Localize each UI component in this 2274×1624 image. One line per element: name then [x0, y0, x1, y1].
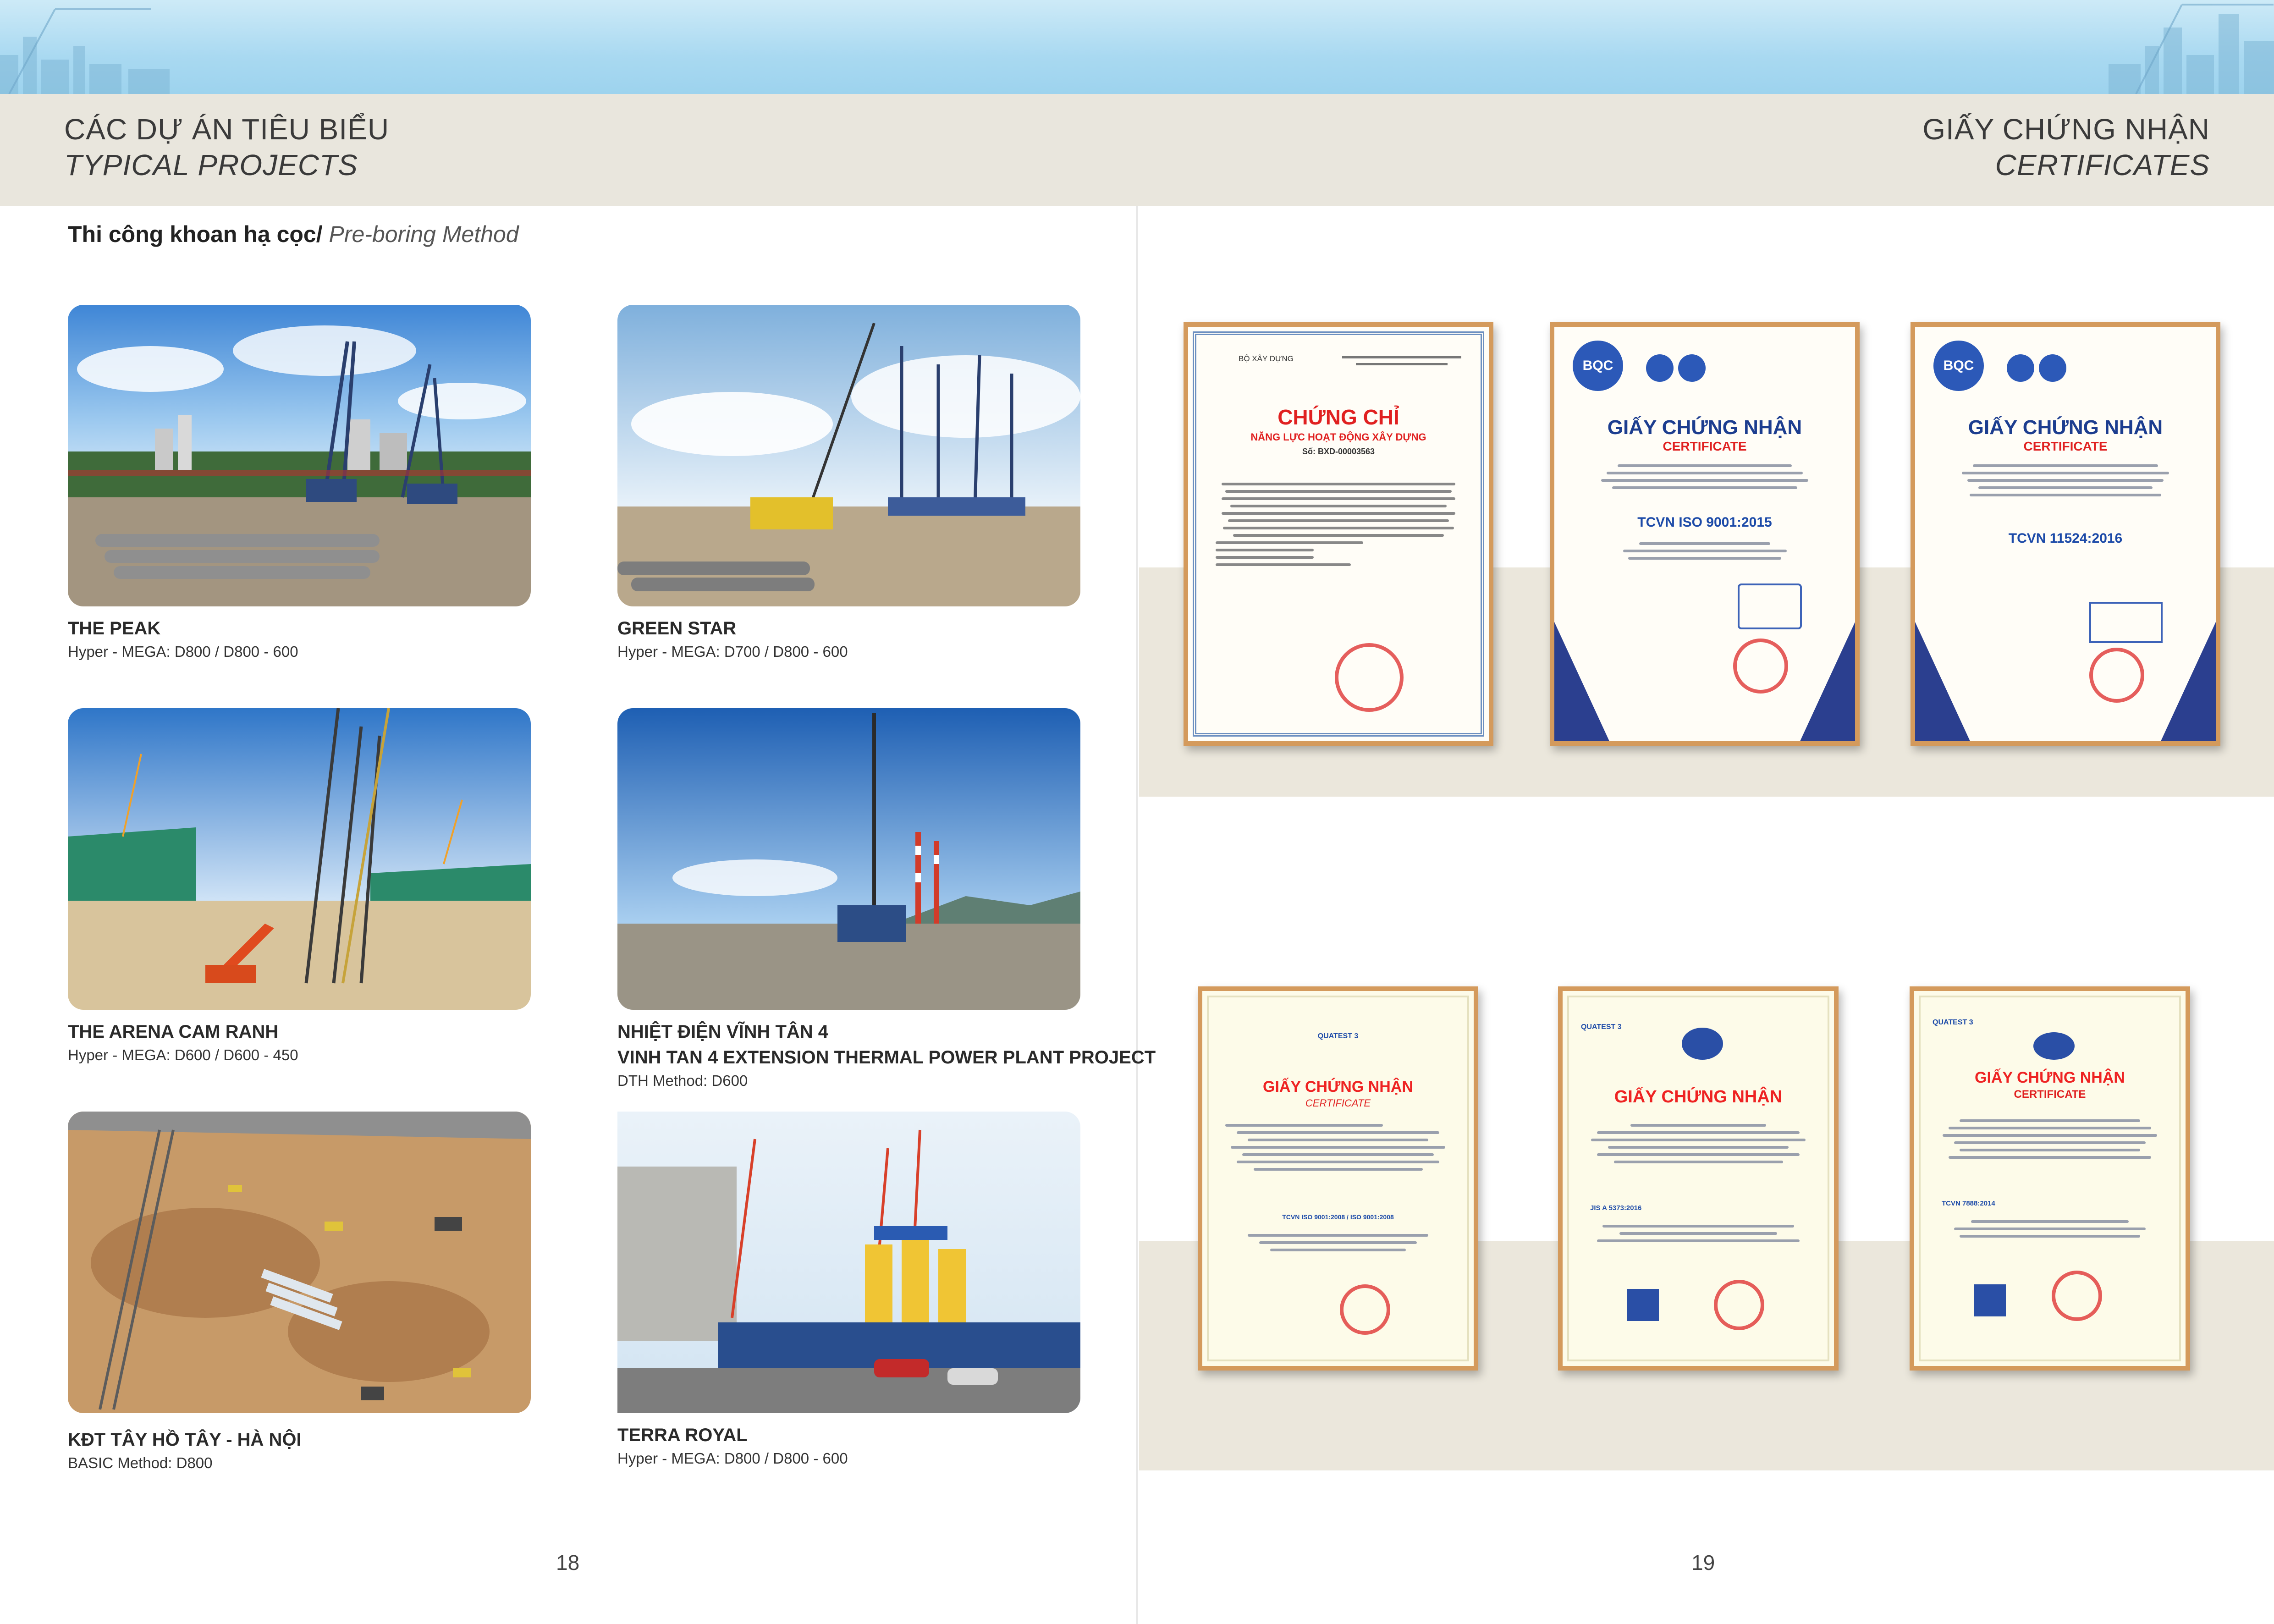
project-name: THE PEAK — [68, 618, 161, 639]
section-title-en: Pre-boring Method — [322, 221, 519, 247]
certificate-body-text — [1937, 1115, 2163, 1163]
certificate-quatest-iso: QUATEST 3 GIẤY CHỨNG NHẬN CERTIFICATE TC… — [1198, 986, 1478, 1371]
quatest-logo-icon: QUATEST 3 — [1581, 1023, 1622, 1031]
project-name: KĐT TÂY HỒ TÂY - HÀ NỘI — [68, 1430, 302, 1450]
certificate-subtitle: CERTIFICATE — [1305, 1097, 1371, 1109]
header-title-vn: GIẤY CHỨNG NHẬN — [1922, 113, 2210, 146]
certificate-tcvn-11524: BQC GIẤY CHỨNG NHẬN CERTIFICATE TCVN 115… — [1911, 322, 2220, 746]
certificate-body-text — [1596, 460, 1814, 494]
certificate-quatest-tcvn-7888: QUATEST 3 GIẤY CHỨNG NHẬN CERTIFICATE TC… — [1910, 986, 2190, 1371]
certificate-body-text — [1586, 1119, 1811, 1168]
certificate-standard: TCVN 7888:2014 — [1942, 1200, 1995, 1207]
certificate-title: GIẤY CHỨNG NHẬN — [1614, 1087, 1783, 1107]
project-name: TERRA ROYAL — [617, 1425, 748, 1445]
page-divider — [1136, 206, 1138, 1624]
iso-mark-icon — [1738, 584, 1802, 629]
certificate-number: Số: BXD-00003563 — [1302, 447, 1375, 456]
header-title-vn: CÁC DỰ ÁN TIÊU BIỂU — [64, 113, 390, 146]
certificate-body-text — [1225, 1229, 1451, 1256]
certificate-iso-9001: BQC GIẤY CHỨNG NHẬN CERTIFICATE TCVN ISO… — [1550, 322, 1860, 746]
iaf-logo-icon — [2039, 354, 2066, 382]
project-method: Hyper - MEGA: D800 / D800 - 600 — [68, 643, 298, 660]
certificate-quatest-jis: QUATEST 3 GIẤY CHỨNG NHẬN JIS A 5373:201… — [1558, 986, 1839, 1371]
header-title-en: CERTIFICATES — [1995, 149, 2210, 182]
project-caption: GREEN STAR Hyper - MEGA: D700 / D800 - 6… — [617, 616, 848, 662]
ribbon-left — [1915, 622, 1970, 741]
certificate-body-text — [1937, 1216, 2163, 1242]
certificate-subtitle: CERTIFICATE — [2014, 1088, 2086, 1101]
section-title: Thi công khoan hạ cọc/ Pre-boring Method — [68, 221, 519, 248]
certificate-body-text — [1956, 460, 2175, 501]
certificate-subtitle: CERTIFICATE — [2023, 439, 2108, 453]
red-stamp-icon — [1335, 643, 1404, 712]
project-name-en: VINH TAN 4 EXTENSION THERMAL POWER PLANT… — [617, 1047, 1156, 1068]
project-caption: THE PEAK Hyper - MEGA: D800 / D800 - 600 — [68, 616, 298, 662]
certificate-body-text — [1225, 1119, 1451, 1175]
left-page-header: CÁC DỰ ÁN TIÊU BIỂU TYPICAL PROJECTS — [64, 112, 389, 182]
quatest-logo-icon: QUATEST 3 — [1933, 1018, 1973, 1026]
certificate-standard: TCVN ISO 9001:2015 — [1637, 515, 1772, 530]
certificate-header-lines — [1342, 354, 1461, 373]
certificate-org: BỘ XÂY DỰNG — [1238, 354, 1294, 363]
certificate-title: GIẤY CHỨNG NHẬN — [1968, 416, 2163, 439]
certificate-body-text — [1596, 538, 1814, 564]
project-caption: TERRA ROYAL Hyper - MEGA: D800 / D800 - … — [617, 1422, 848, 1469]
project-method: Hyper - MEGA: D700 / D800 - 600 — [617, 643, 848, 660]
page-number-right: 19 — [1691, 1551, 1715, 1574]
project-caption: NHIỆT ĐIỆN VĨNH TÂN 4 VINH TAN 4 EXTENSI… — [617, 1019, 1156, 1091]
ribbon-right — [2161, 622, 2216, 741]
project-photo-green-star — [617, 305, 1080, 606]
quatest-logo-icon: QUATEST 3 — [1317, 1032, 1359, 1040]
red-stamp-icon — [1733, 639, 1788, 694]
red-stamp-icon — [1340, 1284, 1390, 1335]
certificate-title: GIẤY CHỨNG NHẬN — [1607, 416, 1802, 439]
quatest-emblem-icon — [1682, 1028, 1723, 1060]
right-page-header: GIẤY CHỨNG NHẬN CERTIFICATES — [1922, 112, 2210, 182]
bqc-logo-icon: BQC — [1933, 341, 1984, 391]
certificate-title: GIẤY CHỨNG NHẬN — [1263, 1078, 1413, 1096]
accreditation-logo-icon — [2007, 354, 2034, 382]
project-photo-terra-royal — [617, 1112, 1080, 1413]
certificate-title: CHỨNG CHỈ — [1277, 405, 1399, 429]
project-caption: KĐT TÂY HỒ TÂY - HÀ NỘI BASIC Method: D8… — [68, 1427, 302, 1474]
bqc-logo-icon: BQC — [1573, 341, 1623, 391]
certification-mark-icon — [1627, 1289, 1659, 1321]
certificate-standard: TCVN 11524:2016 — [2008, 531, 2123, 546]
ribbon-right — [1800, 622, 1855, 741]
project-photo-tay-ho-tay — [68, 1112, 531, 1413]
certificate-standard: TCVN ISO 9001:2008 / ISO 9001:2008 — [1282, 1213, 1394, 1221]
certificate-title: GIẤY CHỨNG NHẬN — [1975, 1069, 2125, 1086]
ribbon-left — [1554, 622, 1609, 741]
project-method: Hyper - MEGA: D800 / D800 - 600 — [617, 1450, 848, 1467]
accreditation-logo-icon — [1646, 354, 1674, 382]
quatest-emblem-icon — [2033, 1032, 2075, 1060]
project-photo-the-peak — [68, 305, 531, 606]
certificate-subtitle: NĂNG LỰC HOẠT ĐỘNG XÂY DỰNG — [1250, 431, 1426, 443]
project-caption: THE ARENA CAM RANH Hyper - MEGA: D600 / … — [68, 1019, 298, 1066]
tcvn-mark-icon — [2089, 602, 2163, 643]
section-title-vn: Thi công khoan hạ cọc/ — [68, 221, 323, 247]
iaf-logo-icon — [1678, 354, 1706, 382]
page-number-left: 18 — [556, 1551, 580, 1574]
project-name: THE ARENA CAM RANH — [68, 1022, 279, 1042]
project-method: DTH Method: D600 — [617, 1072, 748, 1089]
red-stamp-icon — [2089, 648, 2144, 703]
certificate-body-text — [1216, 478, 1461, 571]
project-photo-the-arena-cam-ranh — [68, 708, 531, 1010]
project-name: NHIỆT ĐIỆN VĨNH TÂN 4 — [617, 1022, 829, 1042]
certificate-standard: JIS A 5373:2016 — [1590, 1204, 1642, 1212]
certification-mark-icon — [1974, 1284, 2006, 1316]
certificate-construction-capacity: BỘ XÂY DỰNG CHỨNG CHỈ NĂNG LỰC HOẠT ĐỘNG… — [1184, 322, 1493, 746]
project-method: Hyper - MEGA: D600 / D600 - 450 — [68, 1046, 298, 1063]
red-stamp-icon — [1714, 1280, 1764, 1330]
certificate-body-text — [1586, 1220, 1811, 1247]
certificate-subtitle: CERTIFICATE — [1663, 439, 1747, 453]
top-banner — [0, 0, 2274, 94]
header-title-en: TYPICAL PROJECTS — [64, 149, 358, 182]
red-stamp-icon — [2052, 1271, 2102, 1321]
project-photo-vinh-tan-4 — [617, 708, 1080, 1010]
project-name: GREEN STAR — [617, 618, 737, 639]
project-method: BASIC Method: D800 — [68, 1454, 213, 1471]
